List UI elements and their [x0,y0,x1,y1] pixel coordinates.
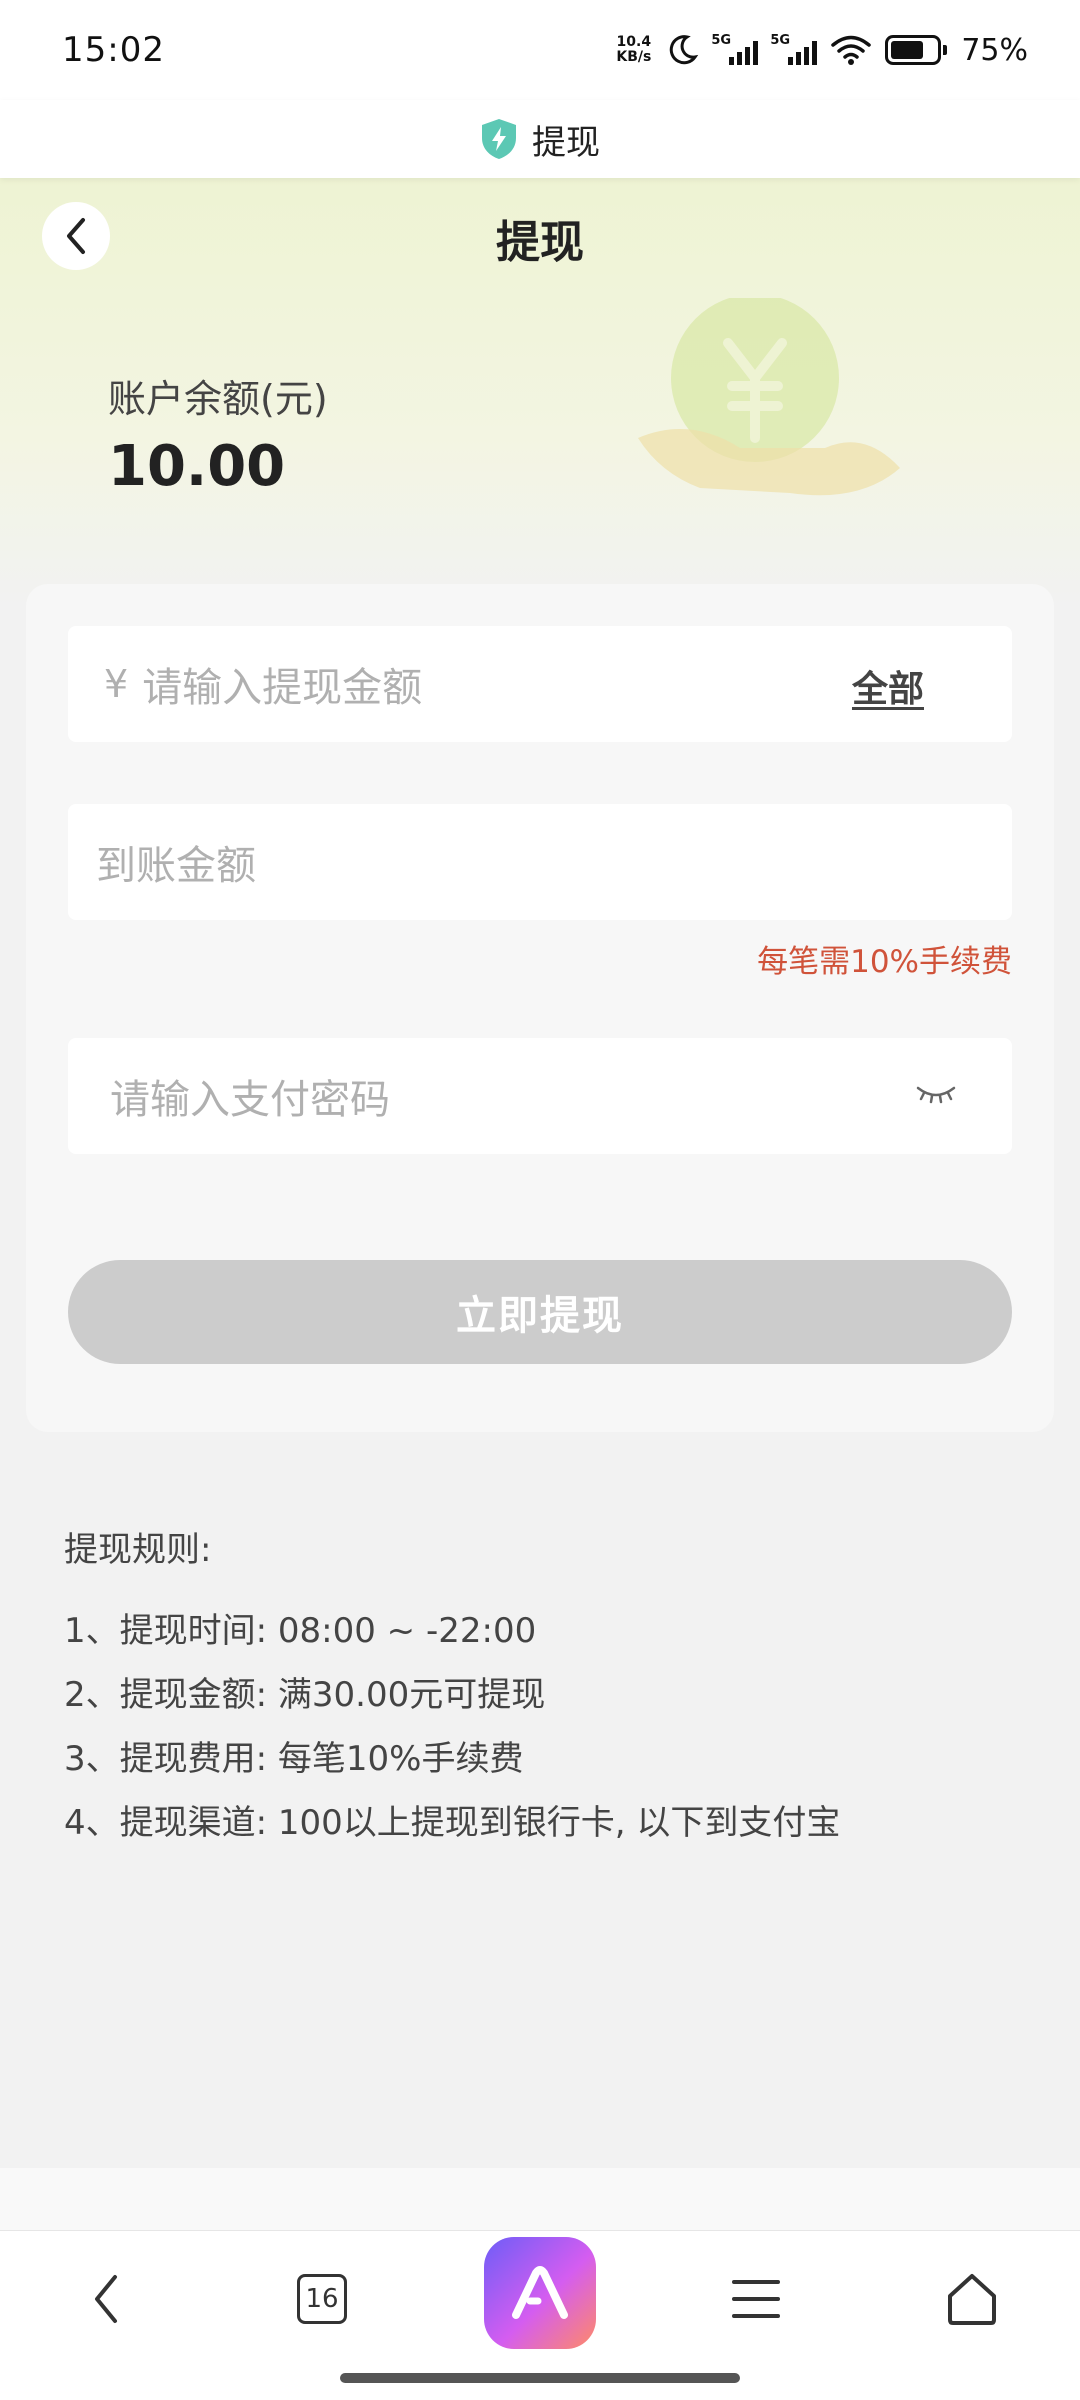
status-time: 15:02 [62,30,165,70]
currency-symbol: ¥ [104,662,129,706]
password-placeholder: 请输入支付密码 [110,1077,390,1123]
status-icons: 10.4 KB/s 5G 5G 75% [616,33,1028,68]
tabs-button[interactable]: 16 [282,2259,362,2339]
eye-closed-icon[interactable] [914,1080,958,1110]
rule-item: 3、提现费用: 每笔10%手续费 [64,1739,524,1779]
withdraw-rules: 提现规则: 1、提现时间: 08:00 ~ -22:00 2、提现金额: 满30… [64,1522,1024,1855]
rule-item: 1、提现时间: 08:00 ~ -22:00 [64,1611,537,1651]
rules-title: 提现规则: [64,1530,212,1570]
shield-bolt-icon [482,119,516,159]
fee-note: 每笔需10%手续费 [757,944,1012,980]
battery-icon [885,35,948,65]
balance-label: 账户余额(元) [108,377,328,421]
rule-item: 4、提现渠道: 100以上提现到银行卡, 以下到支付宝 [64,1803,841,1843]
menu-button[interactable] [716,2259,796,2339]
moon-icon [670,35,699,65]
withdraw-submit-button[interactable]: 立即提现 [68,1260,1012,1364]
content-footer-strip [0,2168,1080,2230]
balance-value: 10.00 [108,434,286,499]
withdraw-all-link[interactable]: 全部 [852,660,924,712]
ai-assistant-button[interactable] [484,2237,596,2349]
wifi-icon [831,35,872,65]
tab-count: 16 [297,2274,347,2324]
home-icon [948,2274,996,2325]
browser-title: 提现 [532,122,600,163]
payment-password-input[interactable]: 请输入支付密码 [68,1038,1012,1154]
network-speed: 10.4 KB/s [616,34,652,65]
browser-title-bar: 提现 [0,100,1080,178]
amount-placeholder: 请输入提现金额 [142,665,423,711]
arrival-amount-field[interactable]: 到账金额 [68,804,1012,920]
page-title: 提现 [496,217,584,268]
signal-5g-icon-2: 5G [770,33,818,65]
amount-input[interactable]: ¥ 请输入提现金额 全部 [68,626,1012,742]
page-header: 提现 账户余额(元) 10.00 [0,178,1080,608]
signal-5g-icon-1: 5G [711,33,759,65]
nav-back-button[interactable] [66,2259,146,2339]
battery-percent: 75% [961,32,1028,68]
status-bar: 15:02 10.4 KB/s 5G 5G 75% [0,0,1080,100]
withdraw-form-card: ¥ 请输入提现金额 全部 到账金额 每笔需10%手续费 请输入支付密码 立即提现 [26,584,1054,1432]
ai-logo-icon [512,2266,568,2319]
chevron-left-icon [95,2275,117,2323]
menu-icon [732,2280,780,2318]
home-button[interactable] [932,2259,1012,2339]
home-indicator[interactable] [340,2373,740,2383]
arrival-amount-placeholder: 到账金额 [96,843,256,889]
rule-item: 2、提现金额: 满30.00元可提现 [64,1675,546,1715]
coin-hand-illustration [638,298,900,496]
